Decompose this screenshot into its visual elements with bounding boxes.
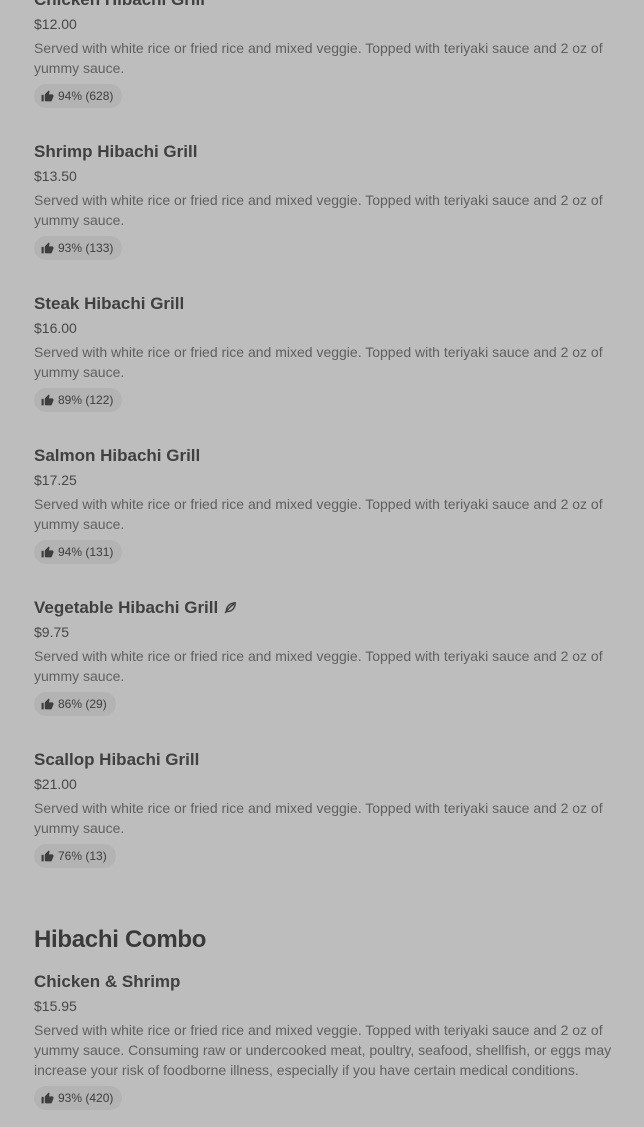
item-name: Vegetable Hibachi Grill <box>34 596 624 620</box>
item-description: Served with white rice or fried rice and… <box>34 344 603 380</box>
leaf-icon <box>224 602 237 614</box>
rating-text: 93% (420) <box>58 1091 114 1105</box>
item-price: $12.00 <box>34 16 77 32</box>
item-description: Served with white rice or fried rice and… <box>34 192 603 228</box>
rating-badge: 89% (122) <box>34 388 123 412</box>
rating-badge: 86% (29) <box>34 692 116 716</box>
rating-badge: 93% (420) <box>34 1086 123 1110</box>
rating-text: 89% (122) <box>58 393 114 407</box>
item-price: $21.00 <box>34 776 77 792</box>
item-description: Served with white rice or fried rice and… <box>34 800 603 836</box>
item-description: Served with white rice or fried rice and… <box>34 648 603 684</box>
thumbs-up-icon <box>41 1092 54 1103</box>
item-name: Salmon Hibachi Grill <box>34 446 201 465</box>
rating-badge: 94% (131) <box>34 540 123 564</box>
menu-item-scallop-hibachi-grill[interactable]: Scallop Hibachi Grill $21.00 Served with… <box>34 748 624 900</box>
rating-text: 94% (131) <box>58 545 114 559</box>
item-price: $16.00 <box>34 320 77 336</box>
item-name: Scallop Hibachi Grill <box>34 750 200 769</box>
item-description: Served with white rice or fried rice and… <box>34 40 603 76</box>
item-name: Chicken Hibachi Grill <box>34 0 624 12</box>
thumbs-up-icon <box>41 242 54 253</box>
rating-badge: 94% (628) <box>34 84 123 108</box>
item-price: $13.50 <box>34 168 77 184</box>
hibachi-grill-list: Chicken Hibachi Grill $12.00 Served with… <box>34 0 624 900</box>
thumbs-up-icon <box>41 850 54 861</box>
item-name: Shrimp Hibachi Grill <box>34 142 198 161</box>
rating-text: 93% (133) <box>58 241 114 255</box>
item-price: $9.75 <box>34 624 70 640</box>
thumbs-up-icon <box>41 90 54 101</box>
menu-item-vegetable-hibachi-grill[interactable]: Vegetable Hibachi Grill $9.75 Served wit… <box>34 596 624 748</box>
menu-page: Chicken Hibachi Grill $12.00 Served with… <box>0 0 644 1127</box>
thumbs-up-icon <box>41 394 54 405</box>
rating-badge: 93% (133) <box>34 236 123 260</box>
menu-item-chicken-hibachi-grill[interactable]: Chicken Hibachi Grill $12.00 Served with… <box>34 0 624 140</box>
menu-item-chicken-and-shrimp[interactable]: Chicken & Shrimp $15.95 Served with whit… <box>34 970 624 1110</box>
rating-text: 94% (628) <box>58 89 114 103</box>
item-name: Steak Hibachi Grill <box>34 294 185 313</box>
item-price: $17.25 <box>34 472 77 488</box>
item-name: Chicken & Shrimp <box>34 972 181 991</box>
menu-item-steak-hibachi-grill[interactable]: Steak Hibachi Grill $16.00 Served with w… <box>34 292 624 444</box>
section-title-hibachi-combo: Hibachi Combo <box>34 926 207 953</box>
rating-badge: 76% (13) <box>34 844 116 868</box>
rating-text: 76% (13) <box>58 849 107 863</box>
item-price: $15.95 <box>34 998 77 1014</box>
menu-item-salmon-hibachi-grill[interactable]: Salmon Hibachi Grill $17.25 Served with … <box>34 444 624 596</box>
rating-text: 86% (29) <box>58 697 107 711</box>
item-description: Served with white rice or fried rice and… <box>34 1022 612 1078</box>
menu-item-shrimp-hibachi-grill[interactable]: Shrimp Hibachi Grill $13.50 Served with … <box>34 140 624 292</box>
thumbs-up-icon <box>41 698 54 709</box>
item-description: Served with white rice or fried rice and… <box>34 496 603 532</box>
thumbs-up-icon <box>41 546 54 557</box>
